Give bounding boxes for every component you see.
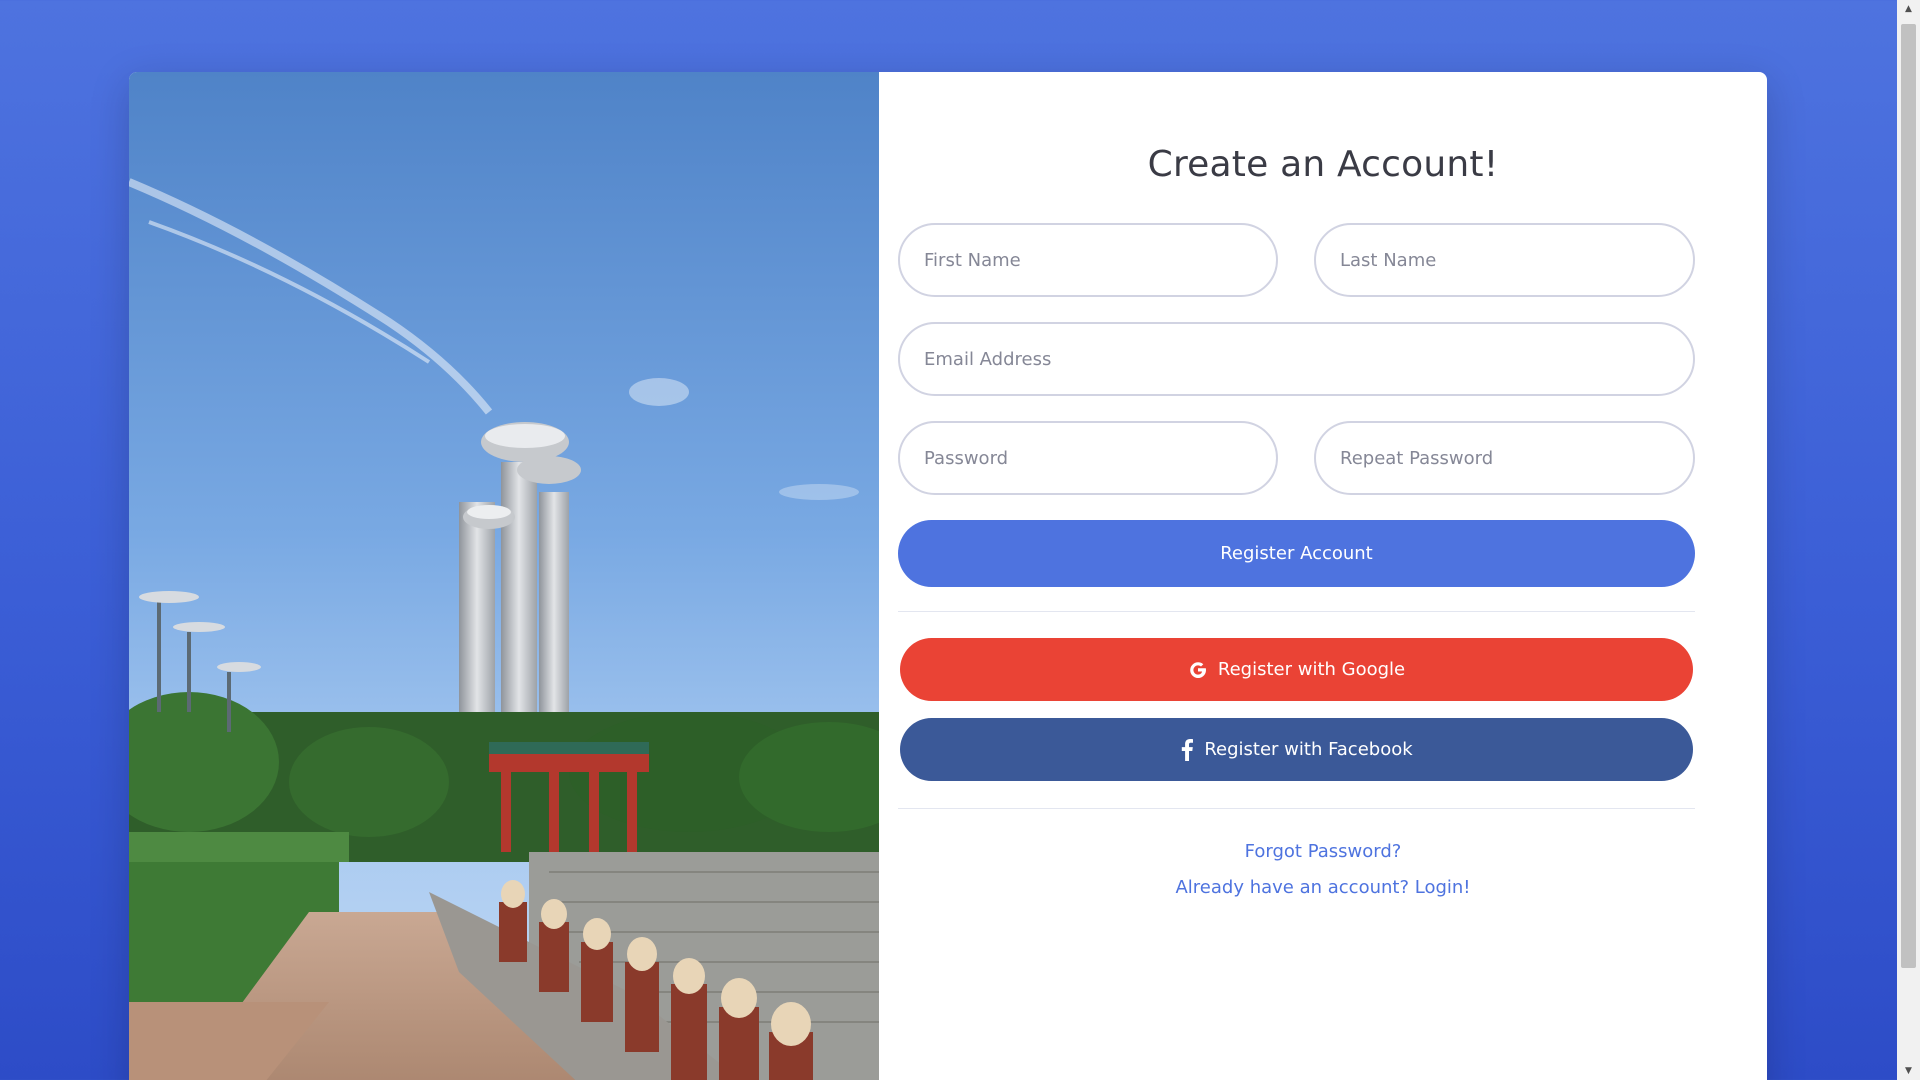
- scroll-thumb[interactable]: [1901, 24, 1916, 968]
- google-icon: [1188, 660, 1208, 680]
- register-account-label: Register Account: [1220, 543, 1373, 564]
- divider: [898, 808, 1695, 809]
- register-google-label: Register with Google: [1217, 659, 1406, 680]
- first-name-input[interactable]: [898, 223, 1278, 297]
- register-card: Create an Account! Register Account Regi…: [129, 72, 1767, 1080]
- repeat-password-input[interactable]: [1314, 421, 1695, 495]
- forgot-password-link[interactable]: Forgot Password?: [879, 841, 1767, 862]
- register-account-button[interactable]: Register Account: [898, 520, 1695, 587]
- register-facebook-button[interactable]: Register with Facebook: [900, 718, 1693, 781]
- password-input[interactable]: [898, 421, 1278, 495]
- park-tower-photo: [129, 72, 879, 1080]
- divider: [898, 611, 1695, 612]
- page-title: Create an Account!: [1147, 144, 1499, 185]
- register-form-panel: Create an Account! Register Account Regi…: [879, 72, 1767, 1080]
- login-link[interactable]: Already have an account? Login!: [879, 877, 1767, 898]
- register-side-image: [129, 72, 879, 1080]
- scroll-up-arrow-icon[interactable]: ▲: [1897, 0, 1920, 18]
- register-google-button[interactable]: Register with Google: [900, 638, 1693, 701]
- register-facebook-label: Register with Facebook: [1204, 739, 1413, 760]
- scroll-down-arrow-icon[interactable]: ▼: [1897, 1062, 1920, 1080]
- page-scrollbar[interactable]: ▲ ▼: [1897, 0, 1920, 1080]
- email-input[interactable]: [898, 322, 1695, 396]
- facebook-icon: [1180, 738, 1194, 761]
- last-name-input[interactable]: [1314, 223, 1695, 297]
